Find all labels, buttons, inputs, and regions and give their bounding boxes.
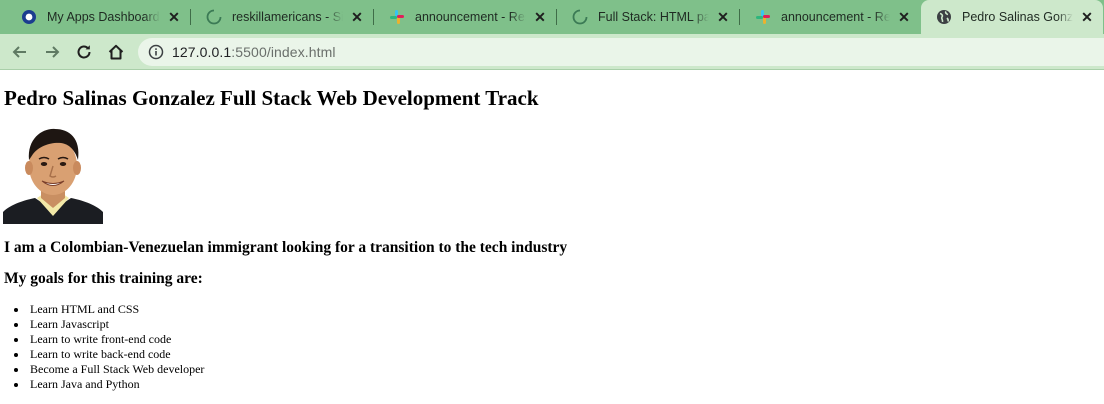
page-title: Pedro Salinas Gonzalez Full Stack Web De… [4, 86, 539, 110]
tab-strip: My Apps Dashboard | ✕ reskillamericans -… [0, 0, 1104, 34]
tab-title: announcement - Reski [415, 10, 526, 24]
slack-icon [755, 9, 771, 25]
portrait-photo [3, 124, 103, 224]
list-item: Learn HTML and CSS [13, 302, 204, 317]
close-tab-icon[interactable]: ✕ [166, 9, 182, 25]
tab-announcement-1[interactable]: announcement - Reski ✕ [374, 0, 556, 34]
home-button[interactable] [102, 38, 130, 66]
list-item: Learn Javascript [13, 317, 204, 332]
list-item: Learn to write back-end code [13, 347, 204, 362]
reload-icon [77, 45, 91, 59]
tab-title: My Apps Dashboard | [47, 10, 160, 24]
globe-icon [936, 9, 952, 25]
address-bar[interactable]: 127.0.0.1:5500/index.html [138, 38, 1104, 66]
url-host: 127.0.0.1 [172, 44, 232, 60]
arrow-left-icon [12, 46, 26, 58]
list-item: Become a Full Stack Web developer [13, 362, 205, 376]
tab-title: announcement - Reski [781, 10, 890, 24]
close-tab-icon[interactable]: ✕ [349, 9, 365, 25]
intro-text: I am a Colombian-Venezuelan immigrant lo… [4, 239, 568, 256]
goals-list: Learn HTML and CSS Learn Javascript Lear… [13, 302, 205, 392]
info-icon[interactable] [148, 44, 164, 60]
loading-spinner-icon [572, 9, 588, 25]
okta-icon [21, 9, 37, 25]
goals-heading: My goals for this training are: [4, 270, 203, 287]
close-tab-icon[interactable]: ✕ [1079, 9, 1095, 25]
tab-title: reskillamericans - Sign [232, 10, 343, 24]
forward-button[interactable] [38, 38, 66, 66]
arrow-right-icon [46, 46, 60, 58]
loading-spinner-icon [206, 9, 222, 25]
close-tab-icon[interactable]: ✕ [715, 9, 731, 25]
reload-button[interactable] [70, 38, 98, 66]
tab-my-apps-dashboard[interactable]: My Apps Dashboard | ✕ [6, 0, 190, 34]
close-tab-icon[interactable]: ✕ [896, 9, 912, 25]
url-text[interactable]: 127.0.0.1:5500/index.html [172, 44, 336, 60]
close-tab-icon[interactable]: ✕ [532, 9, 548, 25]
page-content: Pedro Salinas Gonzalez Full Stack Web De… [0, 71, 1104, 404]
list-item: Learn Java and Python [13, 377, 204, 392]
tab-full-stack-html[interactable]: Full Stack: HTML page ✕ [557, 0, 739, 34]
url-path: :5500/index.html [231, 44, 336, 60]
slack-icon [389, 9, 405, 25]
tab-announcement-2[interactable]: announcement - Reski ✕ [740, 0, 920, 34]
back-button[interactable] [6, 38, 34, 66]
tab-title: Pedro Salinas Gonzale [962, 10, 1073, 24]
tab-pedro-salinas[interactable]: Pedro Salinas Gonzale ✕ [921, 0, 1103, 34]
home-icon [108, 44, 124, 60]
browser-toolbar: 127.0.0.1:5500/index.html [0, 34, 1104, 70]
tab-reskillamericans[interactable]: reskillamericans - Sign ✕ [191, 0, 373, 34]
list-item: Learn to write front-end code [13, 332, 204, 347]
tab-title: Full Stack: HTML page [598, 10, 709, 24]
